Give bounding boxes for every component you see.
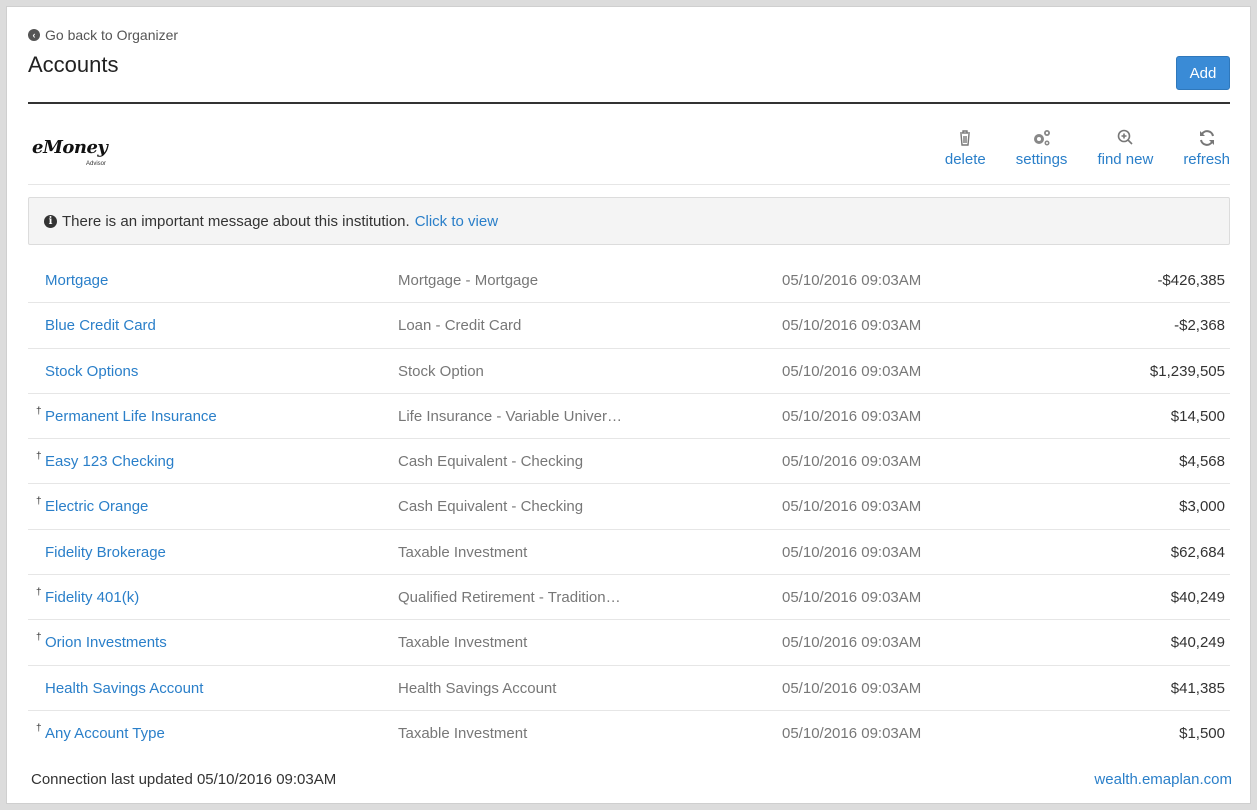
find-new-label: find new (1097, 151, 1154, 168)
account-updated: 05/10/2016 09:03AM (782, 543, 922, 561)
account-amount: $3,000 (1179, 498, 1225, 516)
account-amount: $1,239,505 (1149, 362, 1225, 380)
gears-icon (1031, 127, 1053, 149)
account-dagger-mark: † (36, 587, 42, 599)
account-type: Cash Equivalent - Checking (398, 453, 584, 471)
page-header: ‹ Go back to Organizer Accounts Add (28, 20, 1230, 104)
account-amount: $41,385 (1170, 679, 1225, 697)
account-updated: 05/10/2016 09:03AM (782, 498, 922, 516)
logo-text: eMoney (32, 137, 108, 158)
zoom-in-icon (1114, 127, 1136, 149)
account-amount: -$2,368 (1174, 317, 1225, 335)
account-dagger-mark: † (36, 496, 42, 508)
institution-bar: eMoney Advisor delete settings find new … (28, 115, 1230, 185)
account-amount: $4,568 (1179, 453, 1225, 471)
account-name-link[interactable]: Blue Credit Card (45, 317, 156, 334)
institution-toolbar: delete settings find new refresh (915, 127, 1230, 168)
account-name-link[interactable]: Fidelity Brokerage (45, 544, 166, 561)
info-circle-icon: i (44, 214, 57, 228)
account-name-link[interactable]: Electric Orange (45, 498, 148, 515)
account-type: Cash Equivalent - Checking (398, 498, 584, 516)
account-amount: $1,500 (1179, 724, 1225, 742)
settings-button[interactable]: settings (986, 127, 1068, 168)
account-name-link[interactable]: Fidelity 401(k) (45, 589, 139, 606)
table-row: Stock Options Stock Option 05/10/2016 09:0… (28, 349, 1230, 394)
account-type: Taxable Investment (398, 543, 528, 561)
account-updated: 05/10/2016 09:03AM (782, 679, 922, 697)
table-row: Blue Credit Card Loan - Credit Card 05/10/… (28, 303, 1230, 349)
add-button[interactable]: Add (1176, 56, 1230, 90)
table-row: Fidelity Brokerage Taxable Investment 05/1… (28, 530, 1230, 576)
account-updated: 05/10/2016 09:03AM (782, 724, 922, 742)
click-to-view-link[interactable]: Click to view (415, 213, 498, 230)
account-dagger-mark: † (36, 632, 42, 644)
account-name-link[interactable]: Any Account Type (45, 725, 165, 742)
delete-label: delete (944, 151, 986, 168)
refresh-icon (1196, 127, 1218, 149)
account-type: Stock Option (398, 362, 484, 380)
accounts-panel: ‹ Go back to Organizer Accounts Add eMon… (6, 6, 1251, 804)
account-amount: -$426,385 (1157, 272, 1225, 289)
account-name-link[interactable]: Stock Options (45, 363, 138, 380)
account-name-link[interactable]: Mortgage (45, 272, 108, 289)
table-row: † Electric Orange Cash Equivalent - Checki… (28, 484, 1230, 530)
accounts-list: Mortgage Mortgage - Mortgage 05/10/2016 09… (28, 258, 1230, 756)
account-type: Loan - Credit Card (398, 317, 522, 335)
account-type: Health Savings Account (398, 679, 557, 697)
account-type: Mortgage - Mortgage (398, 272, 539, 289)
account-name-link[interactable]: Easy 123 Checking (45, 453, 174, 470)
connection-last-updated: Connection last updated 05/10/2016 09:03… (31, 771, 337, 788)
table-row: Health Savings Account Health Savings Acc… (28, 666, 1230, 711)
logo-subtext: Advisor (86, 161, 107, 167)
account-name-link[interactable]: Health Savings Account (45, 680, 203, 697)
refresh-button[interactable]: refresh (1153, 127, 1230, 168)
table-row: † Easy 123 Checking Cash Equivalent - Chec… (28, 439, 1230, 485)
account-type: Taxable Investment (398, 724, 528, 742)
account-updated: 05/10/2016 09:03AM (782, 362, 922, 380)
site-link[interactable]: wealth.emaplan.com (1094, 771, 1232, 788)
institution-notice: i There is an important message about th… (28, 197, 1230, 245)
account-updated: 05/10/2016 09:03AM (782, 317, 922, 335)
delete-button[interactable]: delete (915, 127, 986, 168)
account-type: Qualified Retirement - Tradition… (398, 589, 621, 607)
account-dagger-mark: † (36, 405, 42, 417)
trash-icon (954, 127, 976, 149)
account-updated: 05/10/2016 09:03AM (782, 272, 922, 289)
back-link-label: Go back to Organizer (45, 27, 179, 43)
account-dagger-mark: † (36, 451, 42, 463)
account-amount: $40,249 (1170, 589, 1225, 607)
back-to-organizer-link[interactable]: ‹ Go back to Organizer (28, 27, 178, 43)
table-row: † Fidelity 401(k) Qualified Retirement - T… (28, 575, 1230, 621)
account-amount: $40,249 (1170, 634, 1225, 652)
account-type: Taxable Investment (398, 634, 528, 652)
account-name-link[interactable]: Permanent Life Insurance (45, 408, 217, 425)
settings-label: settings (1015, 151, 1068, 168)
emoney-logo: eMoney Advisor (32, 137, 142, 171)
page-title: Accounts (28, 52, 119, 77)
account-amount: $14,500 (1170, 407, 1225, 425)
table-row: † Orion Investments Taxable Investment 05/1… (28, 620, 1230, 666)
account-updated: 05/10/2016 09:03AM (782, 634, 922, 652)
account-updated: 05/10/2016 09:03AM (782, 589, 922, 607)
account-updated: 05/10/2016 09:03AM (782, 453, 922, 471)
table-row: † Any Account Type Taxable Investment 05/10… (28, 711, 1230, 756)
account-name-link[interactable]: Orion Investments (45, 634, 167, 651)
table-row: Mortgage Mortgage - Mortgage 05/10/2016 09… (28, 258, 1230, 304)
table-row: † Permanent Life Insurance Life Insurance … (28, 394, 1230, 440)
account-type: Life Insurance - Variable Univer… (398, 407, 622, 425)
account-dagger-mark: † (36, 722, 42, 734)
refresh-label: refresh (1183, 151, 1230, 168)
notice-message: There is an important message about this… (62, 212, 410, 230)
account-updated: 05/10/2016 09:03AM (782, 407, 922, 425)
account-amount: $62,684 (1170, 543, 1225, 561)
circle-arrow-left-icon: ‹ (28, 29, 40, 41)
find-new-button[interactable]: find new (1067, 127, 1153, 168)
